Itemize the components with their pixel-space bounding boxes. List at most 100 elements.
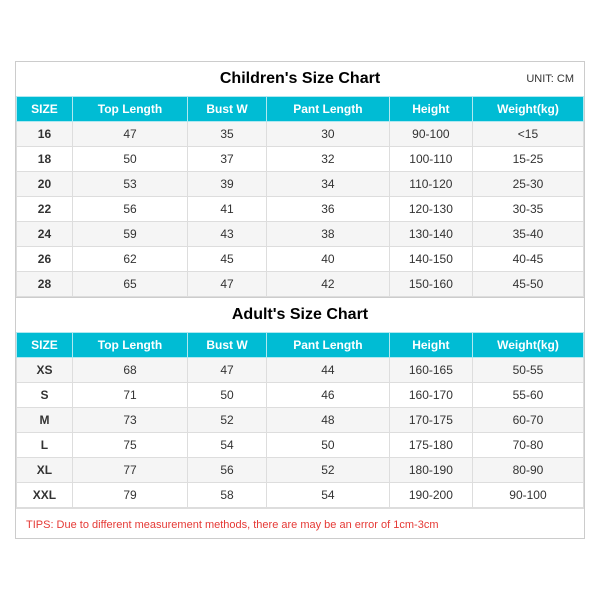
table-cell: 28 xyxy=(17,272,73,297)
adult-header-row: SIZE Top Length Bust W Pant Length Heigh… xyxy=(17,333,584,358)
table-cell: 180-190 xyxy=(389,458,472,483)
adult-col-header-size: SIZE xyxy=(17,333,73,358)
table-cell: 120-130 xyxy=(389,197,472,222)
table-cell: L xyxy=(17,433,73,458)
col-header-top-length: Top Length xyxy=(72,97,187,122)
col-header-size: SIZE xyxy=(17,97,73,122)
adult-table-header: SIZE Top Length Bust W Pant Length Heigh… xyxy=(17,333,584,358)
table-cell: 160-170 xyxy=(389,383,472,408)
table-cell: XXL xyxy=(17,483,73,508)
table-cell: 75 xyxy=(72,433,187,458)
children-title-row: Children's Size Chart UNIT: CM xyxy=(16,62,584,96)
adult-col-header-bust-w: Bust W xyxy=(188,333,267,358)
table-cell: 160-165 xyxy=(389,358,472,383)
table-row: 1647353090-100<15 xyxy=(17,122,584,147)
table-cell: 62 xyxy=(72,247,187,272)
table-cell: 140-150 xyxy=(389,247,472,272)
table-cell: 25-30 xyxy=(472,172,583,197)
adult-col-header-pant-length: Pant Length xyxy=(266,333,389,358)
table-cell: <15 xyxy=(472,122,583,147)
table-cell: 100-110 xyxy=(389,147,472,172)
table-cell: 47 xyxy=(72,122,187,147)
col-header-pant-length: Pant Length xyxy=(266,97,389,122)
table-cell: 50 xyxy=(266,433,389,458)
table-cell: 70-80 xyxy=(472,433,583,458)
table-row: M735248170-17560-70 xyxy=(17,408,584,433)
table-cell: 79 xyxy=(72,483,187,508)
table-cell: 56 xyxy=(72,197,187,222)
adult-table-body: XS684744160-16550-55S715046160-17055-60M… xyxy=(17,358,584,508)
table-cell: 34 xyxy=(266,172,389,197)
table-cell: 20 xyxy=(17,172,73,197)
table-cell: 22 xyxy=(17,197,73,222)
table-cell: 175-180 xyxy=(389,433,472,458)
table-cell: 52 xyxy=(266,458,389,483)
children-table-header: SIZE Top Length Bust W Pant Length Heigh… xyxy=(17,97,584,122)
table-cell: 40-45 xyxy=(472,247,583,272)
table-row: L755450175-18070-80 xyxy=(17,433,584,458)
tips-text: TIPS: Due to different measurement metho… xyxy=(26,519,438,531)
table-cell: 41 xyxy=(188,197,267,222)
table-row: 18503732100-11015-25 xyxy=(17,147,584,172)
table-cell: 42 xyxy=(266,272,389,297)
table-cell: 150-160 xyxy=(389,272,472,297)
table-cell: 24 xyxy=(17,222,73,247)
table-row: XS684744160-16550-55 xyxy=(17,358,584,383)
table-cell: 15-25 xyxy=(472,147,583,172)
adult-col-header-top-length: Top Length xyxy=(72,333,187,358)
table-cell: 45 xyxy=(188,247,267,272)
adult-col-header-weight: Weight(kg) xyxy=(472,333,583,358)
table-cell: S xyxy=(17,383,73,408)
table-row: 24594338130-14035-40 xyxy=(17,222,584,247)
table-cell: 54 xyxy=(188,433,267,458)
children-table-body: 1647353090-100<1518503732100-11015-25205… xyxy=(17,122,584,297)
adult-title-row: Adult's Size Chart xyxy=(16,297,584,332)
unit-label: UNIT: CM xyxy=(526,73,574,85)
table-cell: 53 xyxy=(72,172,187,197)
table-cell: 18 xyxy=(17,147,73,172)
table-cell: 40 xyxy=(266,247,389,272)
children-table: SIZE Top Length Bust W Pant Length Heigh… xyxy=(16,96,584,297)
table-cell: XS xyxy=(17,358,73,383)
adult-table: SIZE Top Length Bust W Pant Length Heigh… xyxy=(16,332,584,508)
table-row: 26624540140-15040-45 xyxy=(17,247,584,272)
tips-row: TIPS: Due to different measurement metho… xyxy=(16,508,584,538)
table-cell: 45-50 xyxy=(472,272,583,297)
table-cell: 90-100 xyxy=(472,483,583,508)
table-cell: 36 xyxy=(266,197,389,222)
table-cell: 47 xyxy=(188,272,267,297)
table-cell: 30-35 xyxy=(472,197,583,222)
table-row: XXL795854190-20090-100 xyxy=(17,483,584,508)
table-cell: M xyxy=(17,408,73,433)
table-cell: 32 xyxy=(266,147,389,172)
table-cell: 77 xyxy=(72,458,187,483)
table-cell: 58 xyxy=(188,483,267,508)
table-row: XL775652180-19080-90 xyxy=(17,458,584,483)
table-cell: 55-60 xyxy=(472,383,583,408)
table-cell: 47 xyxy=(188,358,267,383)
table-cell: 80-90 xyxy=(472,458,583,483)
table-cell: 39 xyxy=(188,172,267,197)
table-row: 22564136120-13030-35 xyxy=(17,197,584,222)
table-cell: 60-70 xyxy=(472,408,583,433)
size-chart-container: Children's Size Chart UNIT: CM SIZE Top … xyxy=(15,61,585,539)
table-cell: 38 xyxy=(266,222,389,247)
table-cell: 68 xyxy=(72,358,187,383)
table-row: 28654742150-16045-50 xyxy=(17,272,584,297)
col-header-bust-w: Bust W xyxy=(188,97,267,122)
table-cell: 50 xyxy=(188,383,267,408)
table-cell: 50 xyxy=(72,147,187,172)
table-cell: 35-40 xyxy=(472,222,583,247)
table-cell: 16 xyxy=(17,122,73,147)
table-cell: 50-55 xyxy=(472,358,583,383)
table-cell: 52 xyxy=(188,408,267,433)
table-cell: 46 xyxy=(266,383,389,408)
table-cell: 71 xyxy=(72,383,187,408)
table-cell: 130-140 xyxy=(389,222,472,247)
table-cell: 190-200 xyxy=(389,483,472,508)
table-cell: 54 xyxy=(266,483,389,508)
table-cell: 59 xyxy=(72,222,187,247)
table-cell: 65 xyxy=(72,272,187,297)
table-row: 20533934110-12025-30 xyxy=(17,172,584,197)
table-cell: 26 xyxy=(17,247,73,272)
